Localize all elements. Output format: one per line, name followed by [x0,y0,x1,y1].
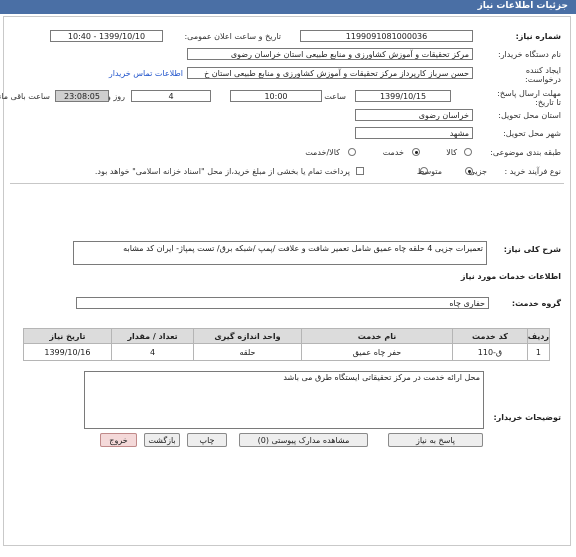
cell-row-number: 1 [526,343,551,361]
city-label: شهر محل تحویل: [503,129,561,138]
remaining-label: ساعت باقی مانده [0,92,50,101]
deadline-date-field: 1399/10/15 [355,90,451,102]
print-button[interactable]: چاپ [187,433,227,447]
city-field: مشهد [355,127,473,139]
deadline-time-label: ساعت [324,92,346,101]
buyer-org-field: مرکز تحقیقات و آموزش کشاورزی و منابع طبی… [187,48,473,60]
category-goods-radio[interactable] [464,148,472,156]
province-field: خراسان رضوی [355,109,473,121]
col-header-quantity: تعداد / مقدار [110,328,195,344]
cell-need-date: 1399/10/16 [23,343,112,361]
page-title: جزئیات اطلاعات نیاز [477,1,568,11]
service-group-field: حفاری چاه [76,297,489,309]
announce-datetime-label: تاریخ و ساعت اعلان عمومی: [184,32,281,41]
services-info-title: اطلاعات خدمات مورد نیاز [460,272,561,281]
description-field: تعمیرات جزیی 4 حلقه چاه عمیق شامل تعمیر … [73,241,487,265]
cell-unit: حلقه [193,343,302,361]
col-header-unit: واحد اندازه گیری [193,328,302,344]
table-header-row: ردیف کد خدمت نام خدمت واحد اندازه گیری ت… [23,328,551,344]
cell-quantity: 4 [110,343,195,361]
category-service-label: خدمت [382,148,404,157]
col-header-service-name: نام خدمت [300,328,454,344]
requester-field: حسن سرباز کارپرداز مرکز تحقیقات و آموزش … [187,67,473,79]
category-service-radio[interactable] [412,148,420,156]
deadline-label: مهلت ارسال پاسخ: تا تاریخ: [497,89,561,107]
category-goods-service-label: کالا/خدمت [305,148,340,157]
purchase-type-medium-label: متوسط [416,167,442,176]
category-goods-service-radio[interactable] [348,148,356,156]
col-header-need-date: تاریخ نیاز [23,328,112,344]
category-label: طبقه بندی موضوعی: [490,148,561,157]
services-table: ردیف کد خدمت نام خدمت واحد اندازه گیری ت… [23,328,551,361]
details-panel: شماره نیاز: 1199091081000036 تاریخ و ساع… [0,16,571,546]
need-number-label: شماره نیاز: [515,32,561,41]
days-remaining-field: 4 [131,90,211,102]
cell-service-name: حفر چاه عمیق [300,343,454,361]
reply-button[interactable]: پاسخ به نیاز [388,433,483,447]
purchase-type-minor-label: جزیی [468,167,487,176]
deadline-time-field: 10:00 [230,90,322,102]
days-label: روز و [107,92,125,101]
category-goods-label: کالا [446,148,457,157]
divider [10,183,564,184]
need-number-field: 1199091081000036 [300,30,473,42]
purchase-type-label: نوع فرآیند خرید : [504,167,561,176]
back-button[interactable]: بازگشت [144,433,180,447]
exit-button[interactable]: خروج [100,433,137,447]
province-label: استان محل تحویل: [498,111,561,120]
description-label: شرح کلی نیاز: [503,245,561,254]
service-group-label: گروه خدمت: [511,299,561,308]
buyer-org-label: نام دستگاه خریدار: [498,50,561,59]
page-header: جزئیات اطلاعات نیاز [0,0,576,14]
treasury-docs-note: پرداخت تمام یا بخشی از مبلغ خرید،از محل … [94,167,350,176]
buyer-notes-field: محل ارائه خدمت در مرکز تحقیقاتی ایستگاه … [84,371,484,429]
view-attachments-button[interactable]: مشاهده مدارک پیوستی (0) [239,433,368,447]
cell-service-code: ق-110 [452,343,528,361]
time-remaining-field: 23:08:05 [55,90,109,102]
announce-datetime-field: 1399/10/10 - 10:40 [50,30,163,42]
buyer-notes-label: توضیحات خریدار: [493,413,561,422]
buyer-contact-link[interactable]: اطلاعات تماس خریدار [109,69,183,78]
table-row[interactable]: 1 ق-110 حفر چاه عمیق حلقه 4 1399/10/16 [23,343,551,361]
treasury-docs-checkbox[interactable] [356,167,364,175]
col-header-service-code: کد خدمت [452,328,528,344]
col-header-row-number: ردیف [526,328,551,344]
requester-label: ایجاد کننده درخواست: [525,66,561,84]
